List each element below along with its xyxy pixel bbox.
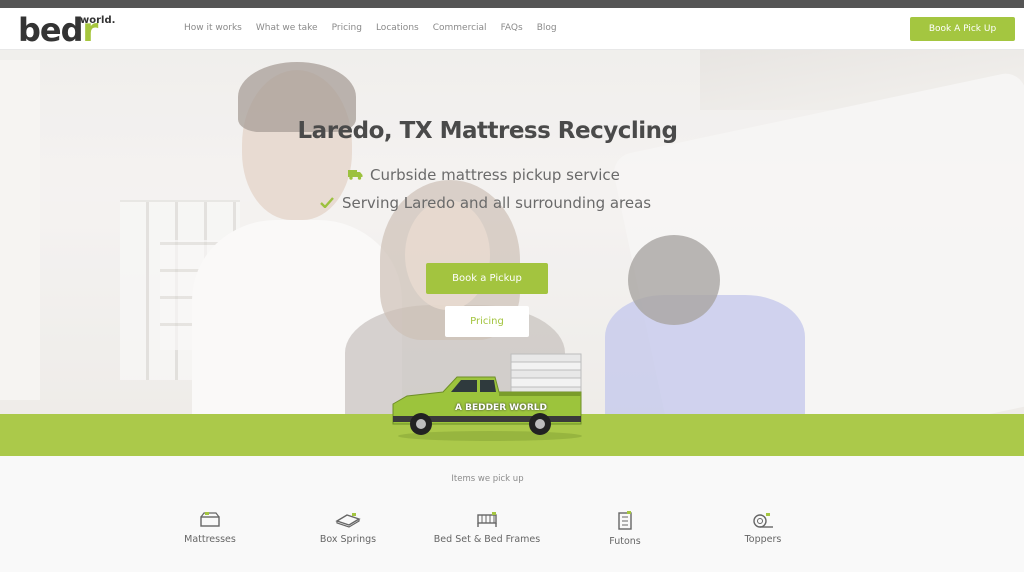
item-futons[interactable]: Futons (570, 511, 680, 548)
nav-pricing[interactable]: Pricing (332, 23, 362, 33)
main-nav: How it works What we take Pricing Locati… (184, 23, 571, 33)
logo-superscript: world. (80, 15, 116, 26)
item-label: Bed Set & Bed Frames (433, 534, 541, 545)
bed-frame-icon (477, 512, 497, 527)
item-label: Futons (609, 536, 641, 547)
pricing-button[interactable]: Pricing (445, 306, 529, 337)
item-label: Mattresses (184, 534, 236, 545)
feature-curbside: Curbside mattress pickup service (348, 166, 620, 184)
truck-icon (348, 169, 370, 184)
feature-serving-area: Serving Laredo and all surrounding areas (320, 194, 651, 212)
futon-icon (618, 511, 632, 530)
nav-commercial[interactable]: Commercial (433, 23, 487, 33)
book-pickup-button[interactable]: Book a Pickup (426, 263, 548, 294)
feature-curbside-text: Curbside mattress pickup service (370, 166, 620, 184)
nav-locations[interactable]: Locations (376, 23, 419, 33)
truck-image (392, 353, 582, 441)
item-toppers[interactable]: Toppers (708, 511, 818, 546)
box-spring-icon (335, 513, 361, 528)
check-icon (320, 197, 342, 212)
item-box-springs[interactable]: Box Springs (293, 511, 403, 546)
book-pickup-header-button[interactable]: Book A Pick Up (910, 17, 1015, 41)
topper-icon (753, 513, 773, 528)
site-header: bedr world. How it works What we take Pr… (0, 8, 1024, 50)
item-label: Toppers (744, 534, 782, 545)
nav-what-we-take[interactable]: What we take (256, 23, 318, 33)
feature-serving-area-text: Serving Laredo and all surrounding areas (342, 194, 652, 212)
nav-how-it-works[interactable]: How it works (184, 23, 242, 33)
page-title: Laredo, TX Mattress Recycling (297, 118, 678, 144)
items-title: Items we pick up (451, 474, 524, 484)
mattress-icon (200, 512, 220, 527)
truck-text: A BEDDER WORLD (455, 403, 547, 413)
top-bar (0, 0, 1024, 8)
item-bed-frames[interactable]: Bed Set & Bed Frames (432, 511, 542, 546)
items-section: Items we pick up Mattresses Box Springs … (0, 456, 1024, 572)
item-label: Box Springs (319, 534, 377, 545)
nav-blog[interactable]: Blog (537, 23, 557, 33)
nav-faqs[interactable]: FAQs (501, 23, 523, 33)
item-mattresses[interactable]: Mattresses (155, 511, 265, 546)
